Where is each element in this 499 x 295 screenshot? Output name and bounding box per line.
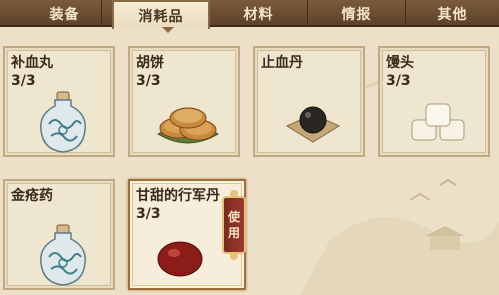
item-name: 胡饼 <box>136 55 164 71</box>
item-count: 3/3 <box>11 73 36 89</box>
item-name: 金疮药 <box>11 188 53 204</box>
red-pill-icon <box>157 241 203 277</box>
item-count: 3/3 <box>136 206 161 222</box>
item-count: 3/3 <box>386 73 411 89</box>
black-pill-icon <box>285 106 341 143</box>
item-card-mantou[interactable]: 馒头 3/3 <box>378 46 490 157</box>
use-button-char-2: 用 <box>227 226 240 240</box>
tab-equipment[interactable]: 装备 <box>28 0 102 27</box>
item-name: 甘甜的行军丹 <box>136 188 220 204</box>
item-card-hubing[interactable]: 胡饼 3/3 <box>128 46 240 157</box>
item-name: 馒头 <box>386 55 414 71</box>
tab-intel[interactable]: 情报 <box>308 0 406 27</box>
use-button-ornament-bottom <box>230 252 238 260</box>
item-card-jinchuangyao[interactable]: 金疮药 <box>3 179 115 290</box>
use-button[interactable]: 使 用 <box>222 196 246 254</box>
active-tab-indicator <box>162 27 174 33</box>
medicine-bottle-icon <box>40 224 86 286</box>
flatbread-icon <box>157 107 219 144</box>
steamed-bun-icon <box>411 103 465 141</box>
item-card-buxuewan[interactable]: 补血丸 3/3 <box>3 46 115 157</box>
tab-consumables[interactable]: 消耗品 <box>112 0 210 29</box>
item-card-zhixuedan[interactable]: 止血丹 <box>253 46 365 157</box>
use-button-char-1: 使 <box>227 210 240 224</box>
medicine-bottle-icon <box>40 91 86 153</box>
category-tab-bar: 装备 消耗品 材料 情报 其他 <box>0 0 499 29</box>
item-name: 止血丹 <box>261 55 303 71</box>
item-name: 补血丸 <box>11 55 53 71</box>
item-count: 3/3 <box>136 73 161 89</box>
tab-materials[interactable]: 材料 <box>210 0 308 27</box>
tab-other[interactable]: 其他 <box>406 0 499 27</box>
